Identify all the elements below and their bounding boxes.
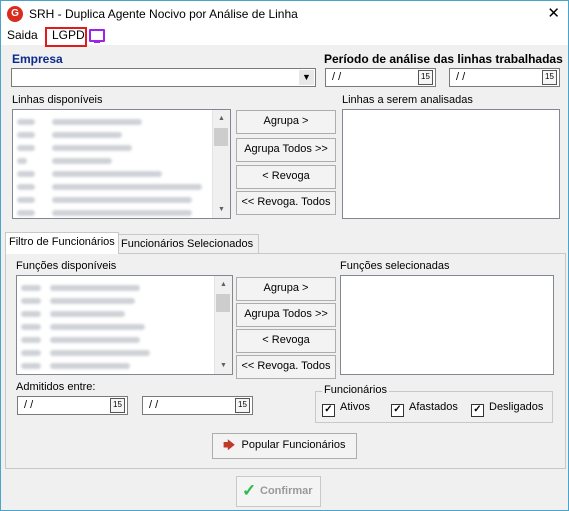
menu-lgpd[interactable]: LGPD — [52, 28, 85, 42]
linhas-analisadas-list[interactable] — [342, 109, 560, 219]
linhas-agrupa-todos-button[interactable]: Agrupa Todos >> — [236, 138, 336, 162]
list-item[interactable] — [17, 127, 123, 139]
list-item[interactable] — [21, 332, 141, 344]
button-label: Agrupa > — [263, 115, 309, 127]
scroll-thumb[interactable] — [214, 128, 228, 146]
close-icon[interactable]: ✕ — [547, 4, 560, 22]
funcoes-selecionadas-label: Funções selecionadas — [340, 260, 450, 272]
app-icon: G — [7, 6, 23, 22]
funcoes-revoga-button[interactable]: < Revoga — [236, 329, 336, 353]
checkmark-icon[interactable]: ✓ — [471, 404, 484, 417]
scroll-up-icon[interactable]: ▲ — [215, 276, 232, 293]
scroll-up-icon[interactable]: ▲ — [213, 110, 230, 127]
list-item[interactable] — [17, 153, 113, 165]
list-item[interactable] — [17, 192, 193, 204]
scrollbar[interactable]: ▲ ▼ — [212, 110, 230, 218]
funcoes-agrupa-todos-button[interactable]: Agrupa Todos >> — [236, 303, 336, 327]
checkmark-icon: ✓ — [242, 481, 257, 500]
scroll-thumb[interactable] — [216, 294, 230, 312]
calendar-icon[interactable]: 15 — [542, 70, 557, 85]
calendar-icon[interactable]: 15 — [235, 398, 250, 413]
tab-selecionados[interactable]: Funcionários Selecionados — [117, 234, 259, 253]
admitidos-start-date[interactable]: / / 15 — [17, 396, 128, 415]
list-item[interactable] — [17, 166, 163, 178]
button-label: Agrupa Todos >> — [244, 308, 328, 320]
list-item[interactable] — [21, 306, 126, 318]
periodo-end-value: / / — [456, 71, 466, 83]
admitidos-end-value: / / — [149, 399, 159, 411]
button-label: << Revoga. Todos — [241, 196, 331, 208]
button-label: Agrupa Todos >> — [244, 143, 328, 155]
afastados-checkbox[interactable]: ✓ Afastados — [391, 401, 458, 417]
calendar-icon[interactable]: 15 — [110, 398, 125, 413]
funcoes-selecionadas-list[interactable] — [340, 275, 554, 375]
menu-saida[interactable]: Saida — [7, 28, 38, 42]
filtro-tab-panel: Funções disponíveis ▲ ▼ Agrupa > Agrupa … — [5, 253, 566, 469]
list-item[interactable] — [17, 205, 193, 217]
linhas-agrupa-button[interactable]: Agrupa > — [236, 110, 336, 134]
desligados-label: Desligados — [489, 401, 544, 413]
chevron-down-icon[interactable]: ▼ — [299, 70, 314, 85]
confirmar-button[interactable]: ✓ Confirmar — [236, 476, 321, 507]
funcionarios-groupbox: Funcionários ✓ Ativos ✓ Afastados ✓ Desliga… — [315, 384, 553, 423]
funcoes-agrupa-button[interactable]: Agrupa > — [236, 277, 336, 301]
linhas-revoga-button[interactable]: < Revoga — [236, 165, 336, 189]
list-item[interactable] — [17, 179, 203, 191]
periodo-label: Período de análise das linhas trabalhada… — [324, 52, 563, 66]
checkmark-icon[interactable]: ✓ — [322, 404, 335, 417]
document-arrow-icon: 🡆 — [223, 438, 236, 452]
admitidos-end-date[interactable]: / / 15 — [142, 396, 253, 415]
title-bar: G SRH - Duplica Agente Nocivo por Anális… — [1, 1, 568, 27]
list-item[interactable] — [21, 319, 146, 331]
linhas-disponiveis-label: Linhas disponíveis — [12, 94, 103, 106]
funcoes-revoga-todos-button[interactable]: << Revoga. Todos — [236, 355, 336, 379]
linhas-revoga-todos-button[interactable]: << Revoga. Todos — [236, 191, 336, 215]
checkmark-icon[interactable]: ✓ — [391, 404, 404, 417]
list-item[interactable] — [17, 114, 143, 126]
monitor-icon[interactable] — [89, 29, 105, 43]
button-label: < Revoga — [262, 334, 310, 346]
admitidos-label: Admitidos entre: — [16, 381, 96, 393]
button-label: < Revoga — [262, 170, 310, 182]
button-label: << Revoga. Todos — [241, 360, 331, 372]
linhas-disponiveis-list[interactable]: ▲ ▼ — [12, 109, 231, 219]
admitidos-start-value: / / — [24, 399, 34, 411]
funcoes-disponiveis-list[interactable]: ▲ ▼ — [16, 275, 233, 375]
periodo-start-date[interactable]: / / 15 — [325, 68, 436, 87]
list-item[interactable] — [21, 358, 131, 370]
periodo-start-value: / / — [332, 71, 342, 83]
empresa-label: Empresa — [12, 52, 63, 66]
list-item[interactable] — [21, 293, 136, 305]
ativos-checkbox[interactable]: ✓ Ativos — [322, 401, 370, 417]
funcoes-disponiveis-label: Funções disponíveis — [16, 260, 117, 272]
funcionarios-group-label: Funcionários — [322, 384, 389, 396]
menu-bar: Saida LGPD — [1, 27, 568, 47]
window-title: SRH - Duplica Agente Nocivo por Análise … — [29, 7, 298, 21]
main-window: G SRH - Duplica Agente Nocivo por Anális… — [0, 0, 569, 511]
calendar-icon[interactable]: 15 — [418, 70, 433, 85]
ativos-label: Ativos — [340, 401, 370, 413]
empresa-combobox[interactable]: ▼ — [11, 68, 316, 87]
scrollbar[interactable]: ▲ ▼ — [214, 276, 232, 374]
popular-funcionarios-button[interactable]: 🡆 Popular Funcionários — [212, 433, 357, 459]
list-item[interactable] — [17, 140, 133, 152]
scroll-down-icon[interactable]: ▼ — [215, 357, 232, 374]
periodo-end-date[interactable]: / / 15 — [449, 68, 560, 87]
tab-filtro[interactable]: Filtro de Funcionários — [5, 232, 119, 254]
list-item[interactable] — [21, 345, 151, 357]
afastados-label: Afastados — [409, 401, 458, 413]
linhas-analisadas-label: Linhas a serem analisadas — [342, 94, 473, 106]
list-item[interactable] — [21, 280, 141, 292]
confirmar-label: Confirmar — [260, 485, 313, 497]
scroll-down-icon[interactable]: ▼ — [213, 201, 230, 218]
desligados-checkbox[interactable]: ✓ Desligados — [471, 401, 543, 417]
button-label: Agrupa > — [263, 282, 309, 294]
